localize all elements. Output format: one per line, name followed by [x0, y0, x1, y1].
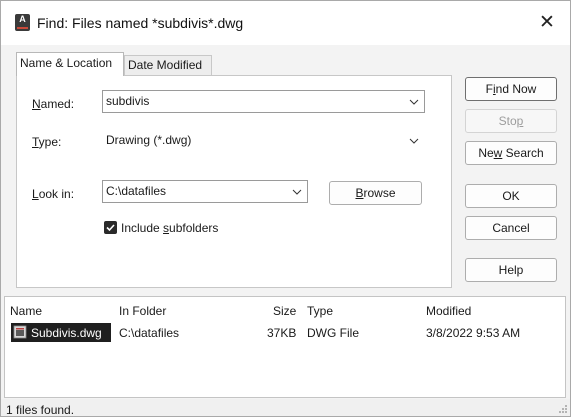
- named-value: subdivis: [106, 94, 150, 108]
- browse-button[interactable]: Browse: [329, 181, 422, 205]
- autocad-app-icon: A: [15, 14, 30, 31]
- type-combobox[interactable]: Drawing (*.dwg): [102, 129, 425, 152]
- cell-modified: 3/8/2022 9:53 AM: [426, 326, 521, 340]
- tab-name-location[interactable]: Name & Location: [16, 52, 124, 76]
- look-in-value: C:\datafiles: [106, 184, 167, 198]
- stop-button[interactable]: Stop: [465, 109, 557, 133]
- checkmark-icon: [106, 224, 115, 232]
- cell-type: DWG File: [307, 326, 359, 340]
- chevron-down-icon: [409, 99, 419, 105]
- new-search-button[interactable]: New Search: [465, 141, 557, 165]
- chevron-down-icon: [409, 138, 419, 144]
- include-subfolders-label: Include subfolders: [121, 221, 219, 235]
- cell-size: 37KB: [267, 326, 297, 340]
- cancel-button[interactable]: Cancel: [465, 216, 557, 240]
- look-in-label: Look in:: [32, 187, 75, 201]
- close-icon: ✕: [539, 12, 555, 33]
- find-now-button[interactable]: Find Now: [465, 77, 557, 101]
- ok-button[interactable]: OK: [465, 184, 557, 208]
- type-label: Type:: [32, 135, 62, 149]
- include-subfolders-checkbox[interactable]: [104, 221, 117, 234]
- status-bar: 1 files found.: [1, 399, 570, 417]
- type-value: Drawing (*.dwg): [106, 133, 192, 147]
- tab-date-modified[interactable]: Date Modified: [124, 55, 212, 75]
- named-combobox[interactable]: subdivis: [102, 90, 425, 113]
- column-header-name[interactable]: Name: [10, 304, 42, 318]
- chevron-down-icon: [292, 189, 302, 195]
- column-header-in-folder[interactable]: In Folder: [119, 304, 166, 318]
- column-header-size[interactable]: Size: [273, 304, 296, 318]
- column-header-type[interactable]: Type: [307, 304, 333, 318]
- status-text: 1 files found.: [6, 403, 75, 417]
- window-title: Find: Files named *subdivis*.dwg: [37, 15, 244, 31]
- close-button[interactable]: ✕: [531, 9, 563, 37]
- named-label: Named:: [32, 97, 75, 111]
- dwg-file-icon: [13, 325, 27, 339]
- look-in-combobox[interactable]: C:\datafiles: [102, 180, 308, 203]
- results-list[interactable]: Name In Folder Size Type Modified Subdiv…: [4, 296, 566, 398]
- help-button[interactable]: Help: [465, 258, 557, 282]
- cell-name: Subdivis.dwg: [31, 326, 102, 340]
- find-dialog: A Find: Files named *subdivis*.dwg ✕ Nam…: [0, 0, 571, 417]
- title-bar: A Find: Files named *subdivis*.dwg ✕: [1, 1, 570, 45]
- cell-in-folder: C:\datafiles: [119, 326, 180, 340]
- resize-grip-icon[interactable]: [558, 404, 568, 414]
- column-header-modified[interactable]: Modified: [426, 304, 471, 318]
